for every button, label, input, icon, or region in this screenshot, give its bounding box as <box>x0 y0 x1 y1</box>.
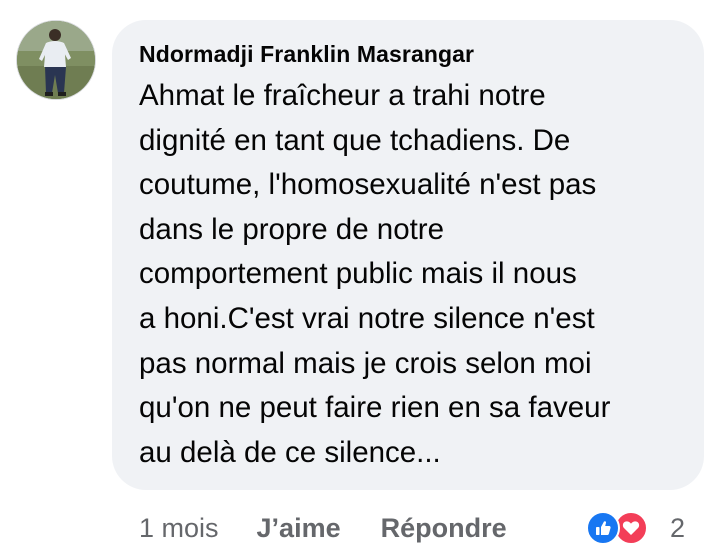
reply-button[interactable]: Répondre <box>381 513 507 544</box>
like-button[interactable]: J’aime <box>257 513 341 544</box>
reaction-icons <box>586 511 650 545</box>
comment-author[interactable]: Ndormadji Franklin Masrangar <box>139 40 678 68</box>
comment-text-line: pas normal mais je crois selon moi <box>139 346 592 380</box>
comment-text-line: comportement public mais il nous <box>139 257 577 291</box>
comment: Ndormadji Franklin Masrangar Ahmat le fr… <box>0 0 720 555</box>
like-icon <box>586 511 620 545</box>
comment-text: Ahmat le fraîcheur a trahi notre dignité… <box>139 74 699 475</box>
avatar-photo <box>17 21 95 99</box>
comment-text-line: qu'on ne peut faire rien en sa faveur <box>139 391 611 425</box>
comment-text-line: dignité en tant que tchadiens. De <box>139 123 571 157</box>
reactions-summary[interactable]: 2 <box>586 510 685 546</box>
comment-bubble: Ndormadji Franklin Masrangar Ahmat le fr… <box>112 20 704 490</box>
reaction-count: 2 <box>670 512 686 543</box>
comment-timestamp[interactable]: 1 mois <box>139 513 219 544</box>
comment-actions: 1 mois J’aime Répondre <box>139 508 507 548</box>
comment-text-line: dans le propre de notre <box>139 212 445 246</box>
comment-text-line: coutume, l'homosexualité n'est pas <box>139 168 597 202</box>
comment-text-line: au delà de ce silence... <box>139 435 441 469</box>
comment-text-line: a honi.C'est vrai notre silence n'est <box>139 301 595 335</box>
comment-text-line: Ahmat le fraîcheur a trahi notre <box>139 79 546 112</box>
avatar[interactable] <box>16 20 96 100</box>
